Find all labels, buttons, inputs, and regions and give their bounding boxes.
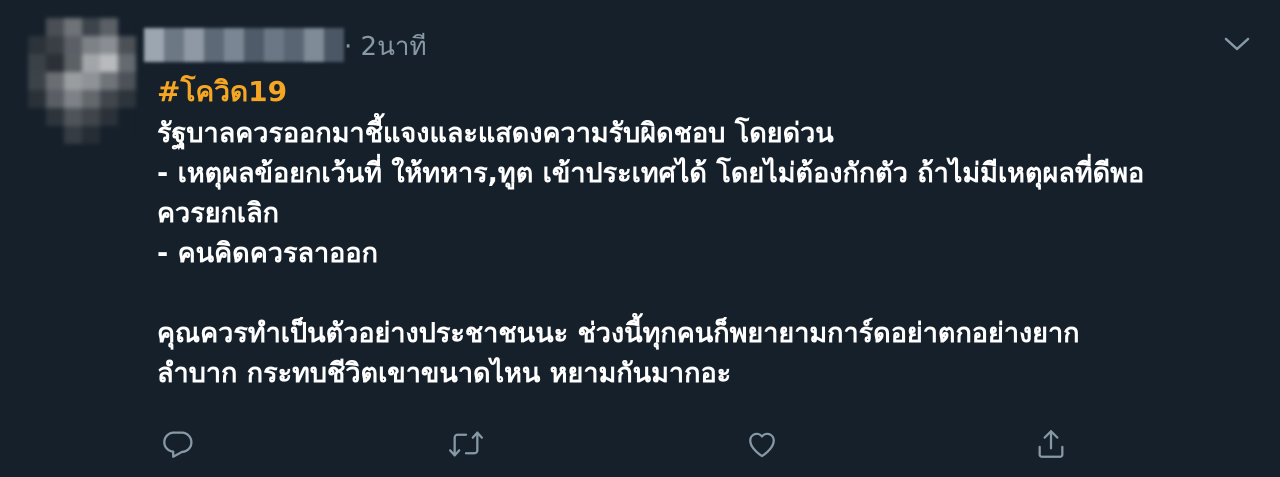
- tweet-line: ควรยกเลิก: [157, 198, 280, 229]
- tweet-line: คุณควรทำเป็นตัวอย่างประชาชนนะ ช่วงนี้ทุก…: [157, 318, 1080, 349]
- share-icon: [1038, 430, 1064, 458]
- chevron-down-icon: [1224, 37, 1250, 51]
- like-button[interactable]: [742, 424, 782, 464]
- avatar[interactable]: [28, 18, 136, 144]
- tweet-timestamp[interactable]: · 2นาที: [344, 26, 427, 67]
- reply-icon: [163, 431, 193, 458]
- tweet-line: - เหตุผลข้อยกเว้นที่ ให้ทหาร,ทูต เข้าประ…: [157, 158, 1145, 189]
- tweet-text: รัฐบาลควรออกมาชี้แจงและแสดงความรับผิดชอบ…: [157, 114, 1257, 394]
- share-button[interactable]: [1031, 424, 1071, 464]
- tweet[interactable]: · 2นาที #โควิด19 รัฐบาลควรออกมาชี้แจงและ…: [0, 0, 1280, 477]
- reply-button[interactable]: [158, 424, 198, 464]
- retweet-icon: [448, 431, 484, 457]
- tweet-line: รัฐบาลควรออกมาชี้แจงและแสดงความรับผิดชอบ…: [157, 118, 834, 149]
- username-redacted[interactable]: [144, 28, 344, 62]
- like-icon: [749, 432, 775, 458]
- tweet-line: - คนคิดควรลาออก: [157, 238, 378, 269]
- hashtag-link[interactable]: #โควิด19: [157, 70, 287, 114]
- tweet-menu-button[interactable]: [1220, 30, 1254, 58]
- tweet-line: ลำบาก กระทบชีวิตเขาขนาดไหน หยามกันมากอะ: [157, 358, 732, 389]
- retweet-button[interactable]: [446, 424, 486, 464]
